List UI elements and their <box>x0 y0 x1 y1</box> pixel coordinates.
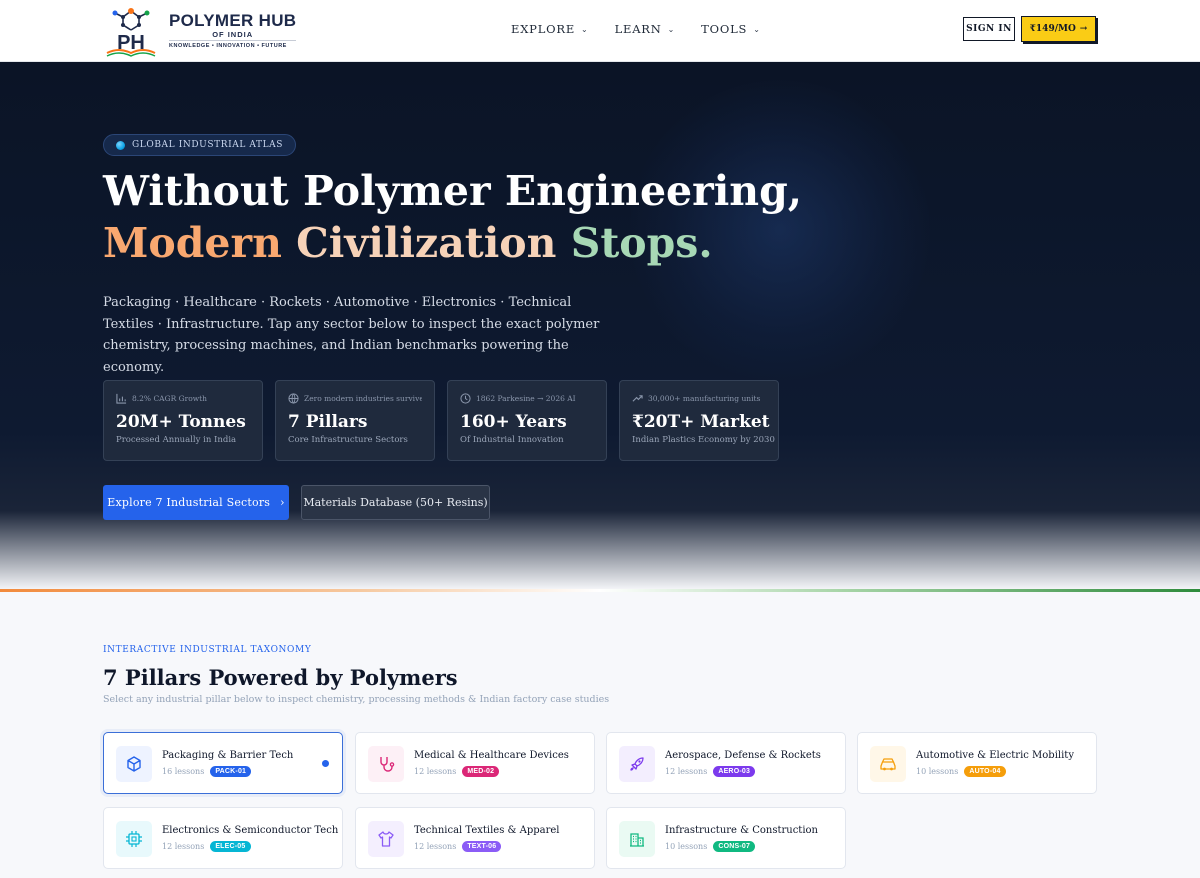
lesson-count: 10 lessons <box>916 767 959 776</box>
globe-icon <box>288 393 299 404</box>
car-icon <box>870 746 906 782</box>
lesson-count: 12 lessons <box>162 842 205 851</box>
nav-explore[interactable]: EXPLORE ⌄ <box>511 22 589 36</box>
molecule-logo-icon: PH <box>106 8 156 57</box>
pillar-card-aerospace[interactable]: Aerospace, Defense & Rockets 12 lessons … <box>606 732 846 794</box>
logo[interactable]: PH POLYMER HUB OF INDIA KNOWLEDGE • INNO… <box>103 4 297 58</box>
pillar-title: Medical & Healthcare Devices <box>414 750 569 761</box>
stat-value: 7 Pillars <box>288 412 368 432</box>
nav-tools[interactable]: TOOLS ⌄ <box>701 22 761 36</box>
materials-database-button[interactable]: Materials Database (50+ Resins) <box>301 485 490 520</box>
stat-card-years: 1862 Parkesine → 2026 AI 160+ Years Of I… <box>447 380 607 461</box>
nav-learn[interactable]: LEARN ⌄ <box>615 22 676 36</box>
stat-caption: Zero modern industries survive with... <box>304 394 422 403</box>
building-icon <box>619 821 655 857</box>
bar-chart-icon <box>116 393 127 404</box>
logo-title: POLYMER HUB <box>169 10 297 30</box>
hero-badge-label: GLOBAL INDUSTRIAL ATLAS <box>132 140 284 150</box>
button-label: Explore 7 Industrial Sectors <box>107 496 271 509</box>
pillar-title: Infrastructure & Construction <box>665 825 818 836</box>
shirt-icon <box>368 821 404 857</box>
main-nav: EXPLORE ⌄ LEARN ⌄ TOOLS ⌄ <box>511 22 761 36</box>
chevron-down-icon: ⌄ <box>581 24 589 34</box>
pillar-code-badge: AERO-03 <box>713 766 756 777</box>
hero-headline-line2: Modern Civilization Stops. <box>103 218 713 268</box>
stat-card-tonnes: 8.2% CAGR Growth 20M+ Tonnes Processed A… <box>103 380 263 461</box>
arrow-right-icon: → <box>1079 24 1088 34</box>
lesson-count: 12 lessons <box>414 842 457 851</box>
stat-caption: 1862 Parkesine → 2026 AI <box>476 394 576 403</box>
logo-tagline: KNOWLEDGE • INNOVATION • FUTURE <box>169 39 297 51</box>
rocket-icon <box>619 746 655 782</box>
chip-icon <box>116 821 152 857</box>
pillar-code-badge: AUTO-04 <box>964 766 1006 777</box>
pillar-title: Automotive & Electric Mobility <box>916 750 1074 761</box>
hero-description: Packaging · Healthcare · Rockets · Autom… <box>103 295 600 375</box>
pillar-card-infrastructure[interactable]: Infrastructure & Construction 10 lessons… <box>606 807 846 869</box>
headline-word-modern: Modern <box>103 219 297 267</box>
stat-caption: 30,000+ manufacturing units <box>648 394 761 403</box>
stat-value: ₹20T+ Market <box>632 412 770 432</box>
top-navbar: PH POLYMER HUB OF INDIA KNOWLEDGE • INNO… <box>0 0 1200 62</box>
stat-card-pillars: Zero modern industries survive with... 7… <box>275 380 435 461</box>
pillar-card-textiles[interactable]: Technical Textiles & Apparel 12 lessons … <box>355 807 595 869</box>
pillar-title: Electronics & Semiconductor Tech <box>162 825 339 836</box>
stethoscope-icon <box>368 746 404 782</box>
stats-row: 8.2% CAGR Growth 20M+ Tonnes Processed A… <box>103 380 779 461</box>
section-kicker: INTERACTIVE INDUSTRIAL TAXONOMY <box>103 645 312 655</box>
headline-word-stops: Stops. <box>570 219 713 267</box>
trending-up-icon <box>632 395 643 402</box>
hero-headline-line1: Without Polymer Engineering, <box>103 167 803 215</box>
section-subtitle: Select any industrial pillar below to in… <box>103 694 610 705</box>
tricolor-divider <box>0 589 1200 592</box>
lesson-count: 12 lessons <box>414 767 457 776</box>
stat-label: Processed Annually in India <box>116 435 237 445</box>
clock-icon <box>460 393 471 404</box>
stat-card-market: 30,000+ manufacturing units ₹20T+ Market… <box>619 380 779 461</box>
subscribe-label: ₹149/MO <box>1029 24 1076 34</box>
headline-word-civilization: Civilization <box>296 219 571 267</box>
selected-indicator <box>322 760 329 767</box>
pillar-code-badge: TEXT-06 <box>462 841 502 852</box>
pillar-code-badge: ELEC-05 <box>210 841 251 852</box>
pillar-card-packaging[interactable]: Packaging & Barrier Tech 16 lessons PACK… <box>103 732 343 794</box>
pillar-card-medical[interactable]: Medical & Healthcare Devices 12 lessons … <box>355 732 595 794</box>
box-icon <box>116 746 152 782</box>
lesson-count: 16 lessons <box>162 767 205 776</box>
hero-section: GLOBAL INDUSTRIAL ATLAS Without Polymer … <box>0 62 1200 590</box>
pillar-title: Packaging & Barrier Tech <box>162 750 294 761</box>
stat-label: Core Infrastructure Sectors <box>288 435 408 445</box>
explore-sectors-button[interactable]: Explore 7 Industrial Sectors › <box>103 485 289 520</box>
sign-in-button[interactable]: SIGN IN <box>963 17 1015 41</box>
pillar-card-electronics[interactable]: Electronics & Semiconductor Tech 12 less… <box>103 807 343 869</box>
chevron-right-icon: › <box>280 496 285 509</box>
lesson-count: 10 lessons <box>665 842 708 851</box>
globe-dot-icon <box>116 140 125 150</box>
subscribe-button[interactable]: ₹149/MO → <box>1021 16 1096 42</box>
nav-label: EXPLORE <box>511 22 576 36</box>
stat-value: 20M+ Tonnes <box>116 412 246 432</box>
pillar-code-badge: PACK-01 <box>210 766 252 777</box>
nav-label: TOOLS <box>701 22 748 36</box>
lesson-count: 12 lessons <box>665 767 708 776</box>
pillar-code-badge: CONS-07 <box>713 841 756 852</box>
pillar-title: Technical Textiles & Apparel <box>414 825 560 836</box>
logo-subtitle: OF INDIA <box>212 29 254 39</box>
pillar-code-badge: MED-02 <box>462 766 500 777</box>
chevron-down-icon: ⌄ <box>667 24 676 34</box>
section-title: 7 Pillars Powered by Polymers <box>103 665 458 690</box>
pillar-title: Aerospace, Defense & Rockets <box>665 750 821 761</box>
chevron-down-icon: ⌄ <box>753 24 761 34</box>
stat-label: Indian Plastics Economy by 2030 <box>632 435 775 445</box>
stat-label: Of Industrial Innovation <box>460 435 564 445</box>
pillar-card-automotive[interactable]: Automotive & Electric Mobility 10 lesson… <box>857 732 1097 794</box>
stat-caption: 8.2% CAGR Growth <box>132 394 207 403</box>
nav-label: LEARN <box>614 22 662 36</box>
stat-value: 160+ Years <box>460 412 567 432</box>
hero-badge: GLOBAL INDUSTRIAL ATLAS <box>103 134 297 156</box>
